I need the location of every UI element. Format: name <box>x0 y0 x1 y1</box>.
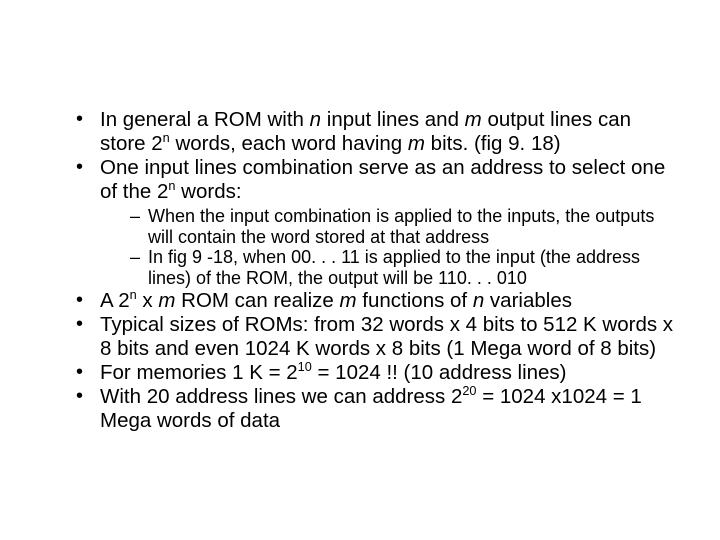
text: functions of <box>357 289 473 312</box>
list-item: In general a ROM with n input lines and … <box>76 108 680 156</box>
text: bits. (fig 9. 18) <box>425 132 561 155</box>
var-m: m <box>465 108 482 131</box>
text: = 1024 !! (10 address lines) <box>312 361 567 384</box>
exponent: 20 <box>462 383 476 398</box>
slide-body: In general a ROM with n input lines and … <box>0 0 720 540</box>
text: ROM can realize <box>175 289 339 312</box>
var-m: m <box>158 289 175 312</box>
text: words, each word having <box>170 132 408 155</box>
var-n: n <box>310 108 321 131</box>
text: input lines and <box>321 108 465 131</box>
exponent: n <box>130 287 137 302</box>
text: Typical sizes of ROMs: from 32 words x 4… <box>100 313 673 360</box>
text: A 2 <box>100 289 130 312</box>
text: In general a ROM with <box>100 108 310 131</box>
text: When the input combination is applied to… <box>148 206 654 247</box>
text: x <box>137 289 159 312</box>
list-item: For memories 1 K = 210 = 1024 !! (10 add… <box>76 361 680 385</box>
text: words: <box>175 180 241 203</box>
list-item: When the input combination is applied to… <box>130 206 680 247</box>
list-item: Typical sizes of ROMs: from 32 words x 4… <box>76 313 680 361</box>
var-n: n <box>473 289 484 312</box>
list-item: A 2n x m ROM can realize m functions of … <box>76 289 680 313</box>
var-m: m <box>408 132 425 155</box>
text: With 20 address lines we can address 2 <box>100 385 462 408</box>
bullet-list: In general a ROM with n input lines and … <box>40 108 680 433</box>
exponent: 10 <box>298 359 312 374</box>
list-item: With 20 address lines we can address 220… <box>76 385 680 433</box>
list-item: One input lines combination serve as an … <box>76 156 680 289</box>
text: For memories 1 K = 2 <box>100 361 298 384</box>
text: In fig 9 -18, when 00. . . 11 is applied… <box>148 247 640 288</box>
sub-bullet-list: When the input combination is applied to… <box>100 206 680 289</box>
exponent: n <box>163 130 170 145</box>
text: variables <box>484 289 572 312</box>
list-item: In fig 9 -18, when 00. . . 11 is applied… <box>130 247 680 288</box>
var-m: m <box>340 289 357 312</box>
